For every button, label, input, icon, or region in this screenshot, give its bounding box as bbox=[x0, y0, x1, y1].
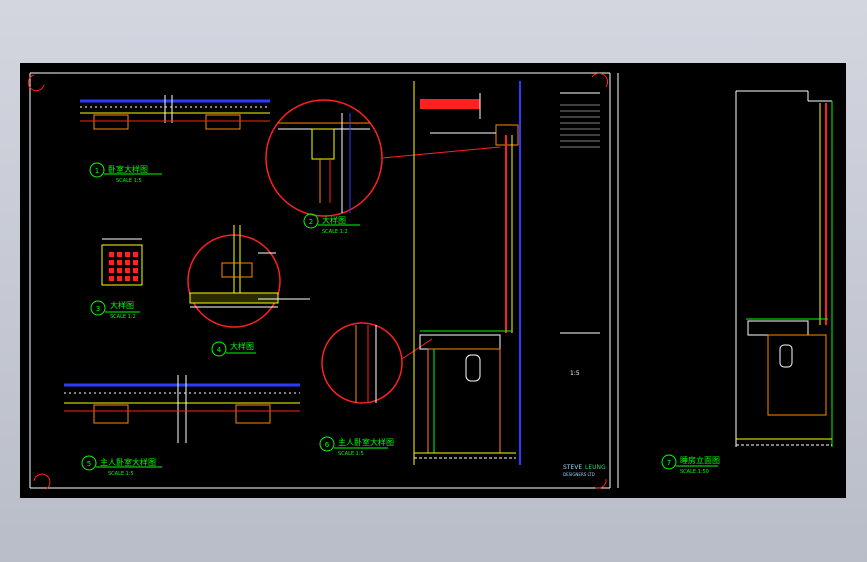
callout-4: 4 大样图 bbox=[211, 341, 256, 357]
callout-2: 2 大样图 SCALE 1:2 bbox=[303, 213, 360, 235]
detail-4-circle bbox=[187, 225, 310, 328]
callout-3-title: 大样图 bbox=[110, 300, 134, 310]
title-block-scale: 1:5 bbox=[570, 370, 580, 377]
title-block-brand-a: STEVE bbox=[563, 464, 582, 471]
title-block-brand-b: LEUNG bbox=[585, 464, 606, 471]
callout-2-scale: SCALE 1:2 bbox=[322, 229, 348, 235]
callout-5-scale: SCALE 1:5 bbox=[108, 471, 134, 477]
detail-2-circle bbox=[265, 99, 501, 217]
callout-3-scale: SCALE 1:2 bbox=[110, 314, 136, 320]
title-block-brand-sub: DESIGNERS LTD bbox=[563, 472, 595, 477]
callout-6-scale: SCALE 1:5 bbox=[338, 451, 364, 457]
svg-text:4: 4 bbox=[217, 346, 222, 354]
svg-text:7: 7 bbox=[667, 459, 671, 467]
callout-7: 7 睡房立面图 SCALE 1:50 bbox=[661, 454, 720, 475]
callout-1-title: 卧室大样图 bbox=[108, 164, 148, 174]
svg-text:6: 6 bbox=[325, 441, 330, 449]
main-section-elevation bbox=[413, 81, 521, 465]
callout-5-title: 主人卧室大样图 bbox=[100, 457, 156, 467]
callout-4-title: 大样图 bbox=[230, 341, 254, 351]
callout-2-title: 大样图 bbox=[322, 215, 346, 225]
detail-3-grid bbox=[101, 238, 143, 286]
right-elevation bbox=[735, 90, 833, 447]
cad-drawing: 1 卧室大样图 SCALE 1:5 2 大样图 SCALE 1:2 3 大样图 … bbox=[27, 72, 833, 490]
callout-1-scale: SCALE 1:5 bbox=[116, 178, 142, 184]
callout-3: 3 大样图 SCALE 1:2 bbox=[90, 300, 140, 320]
svg-text:5: 5 bbox=[87, 460, 91, 468]
callout-5: 5 主人卧室大样图 SCALE 1:5 bbox=[81, 455, 162, 477]
detail-5-section bbox=[64, 375, 300, 443]
svg-text:2: 2 bbox=[309, 218, 313, 226]
callout-6-title: 主人卧室大样图 bbox=[338, 437, 394, 447]
detail-6-circle bbox=[321, 322, 433, 404]
cad-drawing-canvas: 1 卧室大样图 SCALE 1:5 2 大样图 SCALE 1:2 3 大样图 … bbox=[20, 63, 846, 498]
callout-6: 6 主人卧室大样图 SCALE 1:5 bbox=[319, 436, 394, 457]
svg-text:3: 3 bbox=[96, 305, 100, 313]
title-block: 1:5 STEVE LEUNG DESIGNERS LTD bbox=[560, 92, 606, 477]
callout-1: 1 卧室大样图 SCALE 1:5 bbox=[89, 162, 162, 184]
callout-7-title: 睡房立面图 bbox=[680, 455, 720, 465]
svg-text:1: 1 bbox=[95, 167, 99, 175]
callout-7-scale: SCALE 1:50 bbox=[680, 469, 709, 475]
detail-1-section bbox=[80, 95, 270, 130]
